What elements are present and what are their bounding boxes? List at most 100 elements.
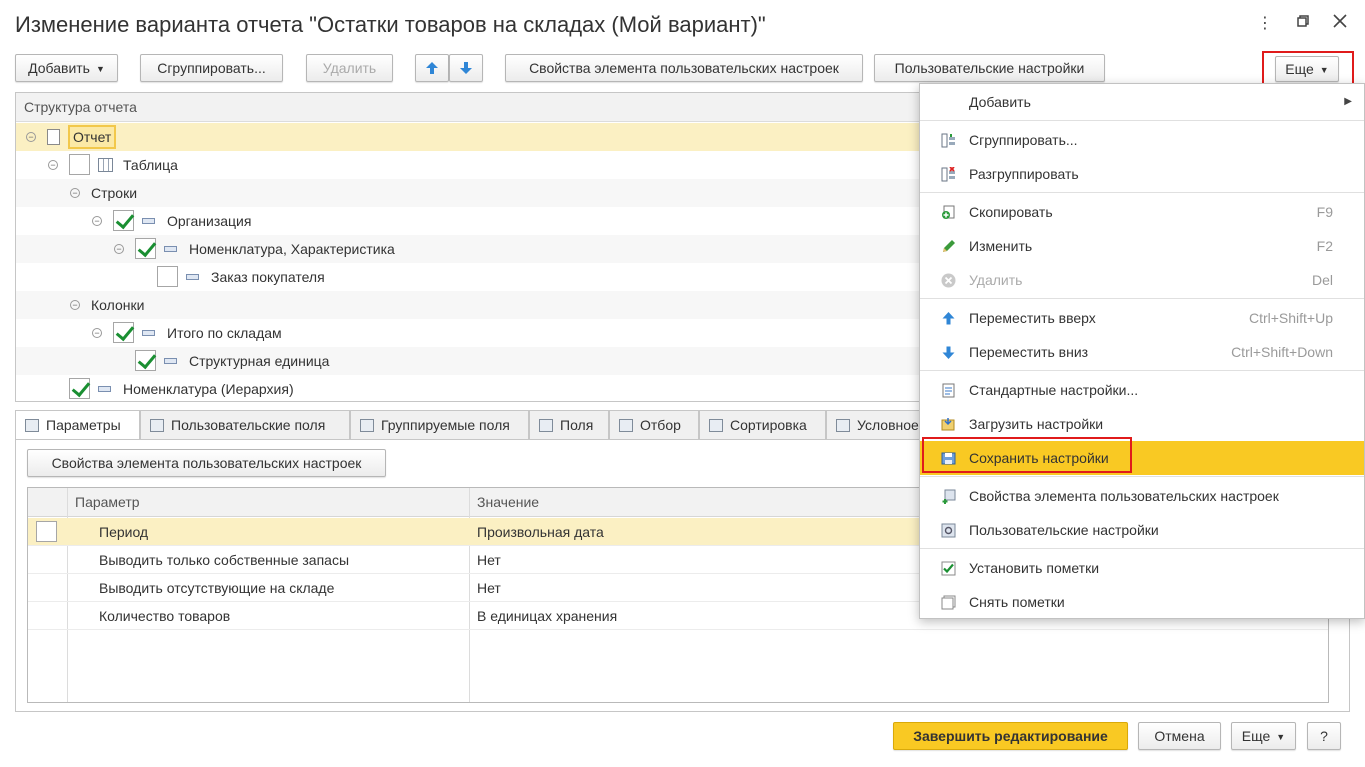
menu-item-standard-settings[interactable]: Стандартные настройки... [920, 373, 1364, 407]
tab-label: Параметры [46, 417, 121, 433]
collapse-icon[interactable]: − [48, 160, 58, 170]
menu-item-item-props[interactable]: Свойства элемента пользовательских настр… [920, 479, 1364, 513]
more-button[interactable]: Еще ▼ [1275, 56, 1339, 82]
collapse-icon[interactable]: − [70, 188, 80, 198]
column-header-value[interactable]: Значение [477, 488, 539, 516]
user-settings-button[interactable]: Пользовательские настройки [874, 54, 1105, 82]
collapse-icon[interactable]: − [114, 244, 124, 254]
menu-item-edit[interactable]: Изменить F2 [920, 229, 1364, 263]
field-icon [164, 358, 177, 364]
window-title: Изменение варианта отчета "Остатки товар… [15, 12, 766, 37]
menu-item-group[interactable]: Сгруппировать... [920, 123, 1364, 157]
move-up-button[interactable] [415, 54, 449, 82]
column-header-param[interactable]: Параметр [75, 488, 140, 516]
menu-item-ungroup[interactable]: Разгруппировать [920, 157, 1364, 191]
menu-separator [920, 192, 1364, 193]
more-menu: Добавить ▶ Сгруппировать... Разгруппиров… [919, 83, 1365, 619]
menu-item-label: Пользовательские настройки [969, 522, 1159, 538]
checkbox[interactable] [157, 266, 178, 287]
fields-icon [539, 419, 553, 432]
field-icon [142, 330, 155, 336]
checkbox[interactable] [113, 210, 134, 231]
delete-button[interactable]: Удалить [306, 54, 393, 82]
param-value[interactable]: Нет [477, 574, 501, 602]
checkbox[interactable] [135, 238, 156, 259]
save-settings-highlight [922, 437, 1132, 473]
tab-label: Сортировка [730, 417, 807, 433]
maximize-icon[interactable] [1293, 14, 1313, 34]
menu-item-delete[interactable]: Удалить Del [920, 263, 1364, 297]
add-button-label: Добавить [28, 60, 90, 76]
tab-parameters[interactable]: Параметры [15, 410, 140, 441]
cancel-button[interactable]: Отмена [1138, 722, 1221, 750]
group-button[interactable]: Сгруппировать... [140, 54, 283, 82]
checkbox[interactable] [69, 378, 90, 399]
tab-label: Поля [560, 417, 594, 433]
collapse-icon[interactable]: − [70, 300, 80, 310]
tab-sorting[interactable]: Сортировка [699, 410, 826, 440]
menu-item-clear-marks[interactable]: Снять пометки [920, 585, 1364, 619]
checkbox[interactable] [69, 154, 90, 175]
tree-label: Колонки [91, 297, 145, 313]
checkbox[interactable] [135, 350, 156, 371]
param-name: Выводить отсутствующие на складе [99, 580, 335, 596]
checkbox[interactable] [113, 322, 134, 343]
item-props-button-params[interactable]: Свойства элемента пользовательских настр… [27, 449, 386, 477]
more-vertical-icon[interactable]: ⋮ [1255, 14, 1275, 34]
menu-item-label: Стандартные настройки... [969, 382, 1139, 398]
move-down-button[interactable] [449, 54, 483, 82]
arrow-down-icon [942, 346, 955, 359]
collapse-icon[interactable]: − [92, 328, 102, 338]
footer-more-button[interactable]: Еще ▼ [1231, 722, 1296, 750]
menu-item-shortcut: Ctrl+Shift+Up [1248, 310, 1333, 326]
tab-label: Пользовательские поля [171, 417, 326, 433]
load-settings-icon [941, 418, 955, 431]
menu-separator [920, 476, 1364, 477]
menu-item-add[interactable]: Добавить ▶ [920, 85, 1364, 119]
menu-item-set-marks[interactable]: Установить пометки [920, 551, 1364, 585]
document-icon [47, 129, 60, 145]
pencil-icon [943, 240, 955, 252]
submenu-arrow-icon: ▶ [1344, 96, 1352, 107]
tree-label: Таблица [123, 157, 178, 173]
menu-item-label: Переместить вниз [969, 344, 1089, 360]
finish-editing-button[interactable]: Завершить редактирование [893, 722, 1128, 750]
field-icon [98, 386, 111, 392]
tree-label: Номенклатура, Характеристика [189, 241, 395, 257]
menu-separator [920, 120, 1364, 121]
help-button[interactable]: ? [1307, 722, 1341, 750]
param-value[interactable]: Произвольная дата [477, 518, 604, 546]
checkbox-checked-icon [941, 561, 956, 576]
checkbox-empty-icon [941, 595, 956, 610]
param-name: Период [99, 524, 149, 540]
add-button[interactable]: Добавить ▼ [15, 54, 118, 82]
tab-user-fields[interactable]: Пользовательские поля [140, 410, 350, 440]
collapse-icon[interactable]: − [92, 216, 102, 226]
item-props-button[interactable]: Свойства элемента пользовательских настр… [505, 54, 863, 82]
tab-conditional[interactable]: Условное [826, 410, 926, 440]
ungroup-icon [941, 167, 955, 182]
tab-grouping-fields[interactable]: Группируемые поля [350, 410, 529, 440]
conditional-format-icon [836, 419, 850, 432]
chevron-down-icon: ▼ [95, 64, 105, 74]
menu-item-label: Сгруппировать... [969, 132, 1078, 148]
tree-label: Структурная единица [189, 353, 330, 369]
menu-item-user-settings[interactable]: Пользовательские настройки [920, 513, 1364, 547]
param-value[interactable]: Нет [477, 546, 501, 574]
checkbox[interactable] [36, 521, 57, 542]
menu-item-label: Скопировать [969, 204, 1053, 220]
tree-label: Отчет [68, 125, 117, 149]
menu-item-move-up[interactable]: Переместить вверх Ctrl+Shift+Up [920, 301, 1364, 335]
menu-item-move-down[interactable]: Переместить вниз Ctrl+Shift+Down [920, 335, 1364, 369]
collapse-icon[interactable]: − [26, 132, 36, 142]
tab-label: Условное [857, 417, 919, 433]
parameters-icon [25, 419, 39, 432]
tree-label: Заказ покупателя [211, 269, 325, 285]
menu-item-label: Свойства элемента пользовательских настр… [969, 488, 1279, 504]
menu-item-copy[interactable]: Скопировать F9 [920, 195, 1364, 229]
param-value[interactable]: В единицах хранения [477, 602, 617, 630]
tab-fields[interactable]: Поля [529, 410, 609, 440]
tab-filter[interactable]: Отбор [609, 410, 699, 440]
menu-item-load-settings[interactable]: Загрузить настройки [920, 407, 1364, 441]
close-icon[interactable] [1330, 14, 1350, 34]
